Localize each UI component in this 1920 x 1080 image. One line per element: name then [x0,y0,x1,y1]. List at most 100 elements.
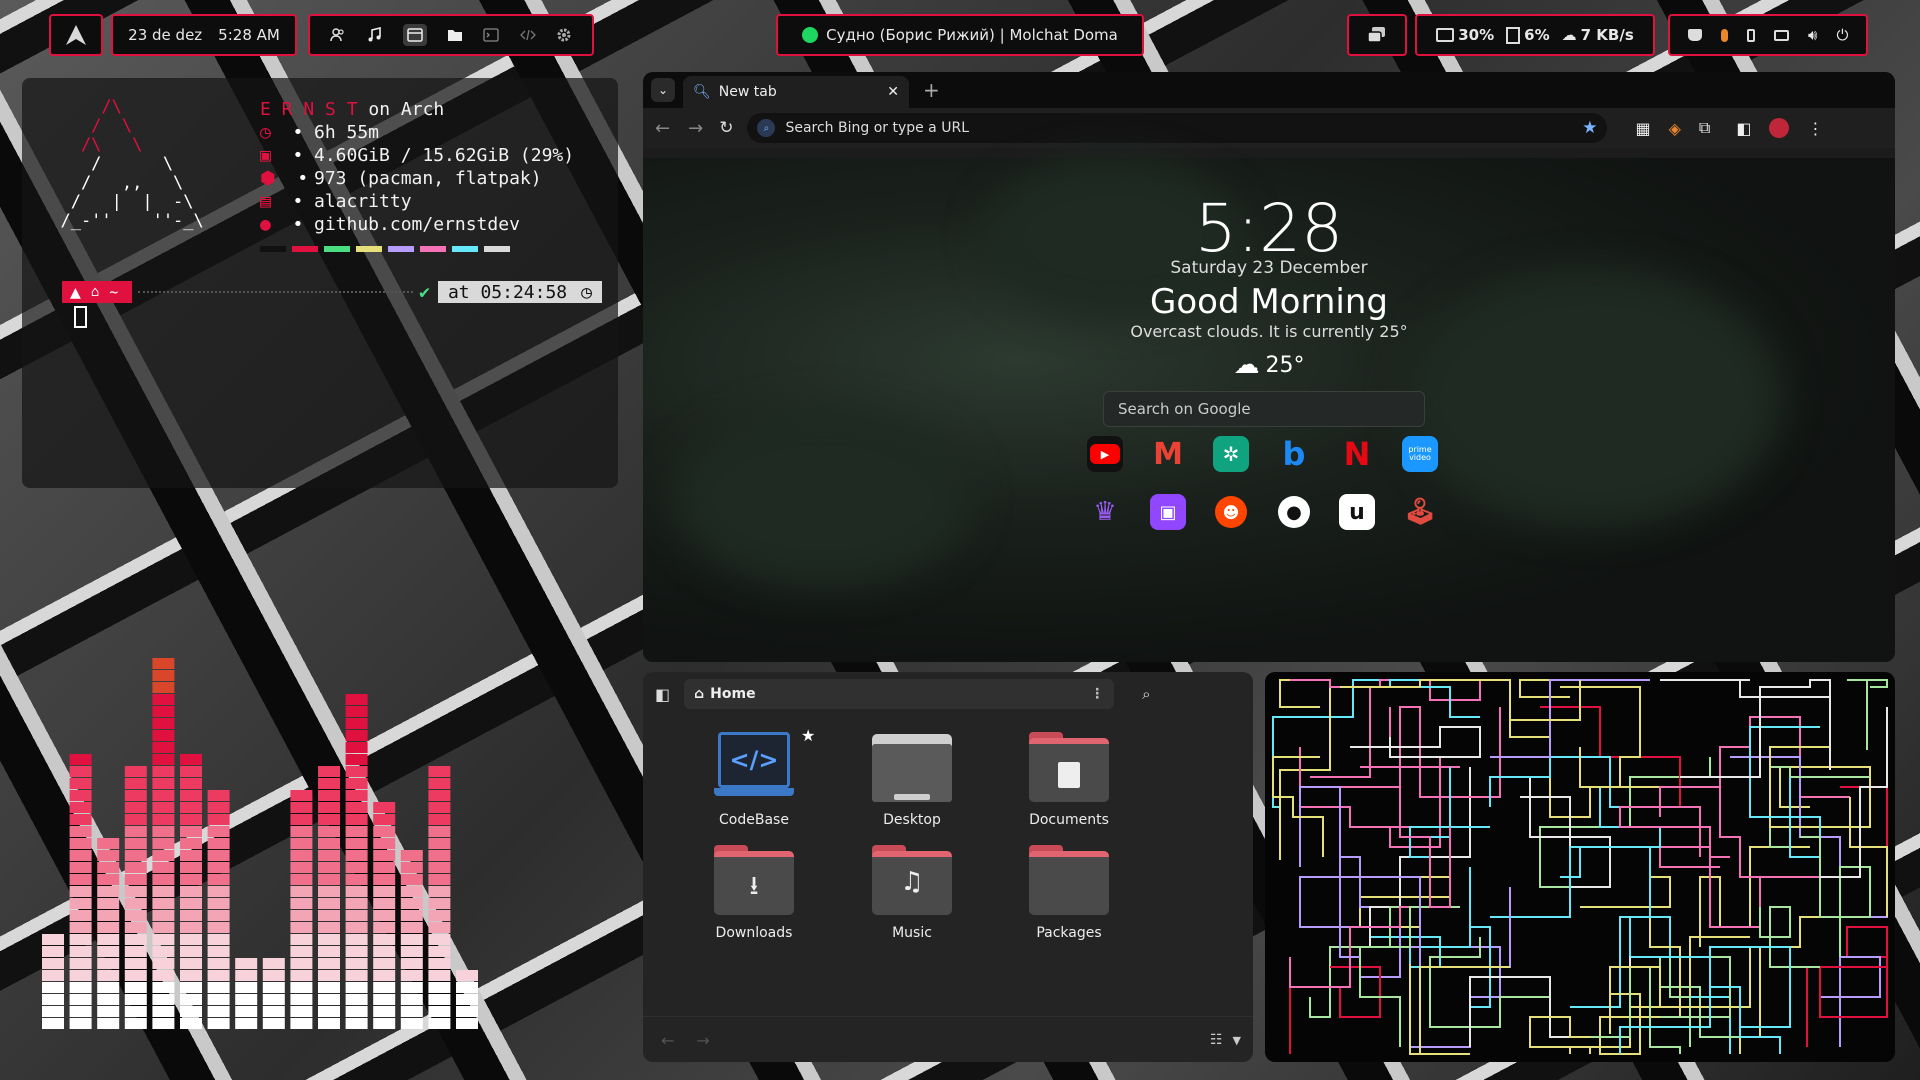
visualizer-bar-segment [345,886,368,897]
phone-icon[interactable] [1746,28,1755,42]
search-files-icon[interactable]: ⌕ [1142,685,1150,703]
files-back-icon[interactable]: ← [661,1031,674,1050]
folder-item[interactable]: Packages [994,845,1144,941]
display-icon[interactable] [1773,29,1789,41]
reload-icon[interactable]: ↻ [719,118,733,138]
mic-icon[interactable] [1720,28,1728,42]
music-icon[interactable] [366,27,382,43]
google-search-input[interactable]: Search on Google [1103,391,1425,427]
extension-grid-icon[interactable]: ▦ [1635,119,1650,138]
browser-icon[interactable] [402,24,427,46]
code-icon[interactable] [519,27,536,43]
cpu-icon [1436,28,1455,42]
notifications-button[interactable] [1347,14,1407,56]
visualizer-bar-segment [180,826,202,837]
profile-avatar[interactable] [1769,118,1790,138]
visualizer-bar-segment [207,802,230,813]
bookmark-star-icon[interactable]: ★ [1582,118,1597,138]
terminal-window[interactable]: /\ / \ /\ \ / \ / ,, \ / | | -\ /_-'' ''… [22,78,618,488]
folder-item[interactable]: Desktop [837,732,987,828]
visualizer-bar-segment [318,1006,340,1017]
joystick-shortcut[interactable]: 🕹︎ [1402,494,1438,530]
visualizer-bar-segment [318,934,340,945]
prompt-dir: ~ [109,283,119,301]
netflix-shortcut[interactable]: N [1339,435,1375,473]
visualizer-bar-segment [124,838,147,849]
pipe-line [1619,806,1730,858]
folder-icon[interactable] [447,27,463,43]
location-menu-icon[interactable]: ⋮ [1090,686,1104,702]
forward-icon[interactable]: → [688,118,703,139]
info-uptime: ◷ • 6h 55m [260,122,380,143]
visualizer-bar-segment [318,838,340,849]
gmail-shortcut[interactable]: M [1150,436,1186,472]
sidebar-toggle-icon[interactable]: ◧ [1736,119,1751,138]
view-dropdown-icon[interactable]: ▼ [1233,1034,1241,1047]
folder-item[interactable]: ⭳ Downloads [679,845,829,941]
close-tab-icon[interactable]: ✕ [887,84,899,100]
visualizer-bar-segment [180,862,202,873]
github-shortcut[interactable]: ● [1276,494,1312,530]
pipe-line [1359,876,1451,928]
files-forward-icon[interactable]: → [696,1031,709,1050]
visualizer-bar-segment [345,790,368,801]
visualizer-bar-segment [180,790,202,801]
clock-icon: ◷ [260,122,271,143]
now-playing-widget[interactable]: Судно (Борис Рижий) | Molchat Doma [776,14,1144,56]
youtube-shortcut[interactable]: ▶ [1087,436,1123,472]
new-tab-button[interactable]: + [923,78,940,102]
visualizer-bar-segment [180,766,202,777]
info-packages: ⬢ • 973 (pacman, flatpak) [260,168,542,189]
visualizer-bar-segment [428,994,451,1005]
view-list-icon[interactable]: ☷ [1210,1032,1223,1048]
clock-widget[interactable]: 23 de dez 5:28 AM [111,14,297,56]
visualizer-bar-segment [290,814,313,825]
folder-item[interactable]: ♫ Music [837,845,987,941]
visualizer-bar-segment [373,862,396,873]
sidebar-toggle-button[interactable]: ◧ [655,685,670,704]
visualizer-bar-segment [207,934,230,945]
folder-item[interactable]: </> CodeBase ★ [679,726,829,828]
arch-menu-button[interactable] [49,14,103,56]
visualizer-bar-segment [428,982,451,993]
visualizer-bar-segment [373,1006,396,1017]
terminal-icon[interactable] [483,27,499,43]
visualizer-bar-segment [180,922,202,933]
reddit-shortcut[interactable]: ☻ [1213,494,1249,530]
mug-icon[interactable] [1687,29,1702,41]
tab-list-button[interactable]: ⌄ [651,78,675,102]
visualizer-bar-segment [345,802,368,813]
prime-video-shortcut[interactable]: prime video [1402,436,1438,472]
visualizer-bar-segment [180,910,202,921]
visualizer-bar-segment [345,694,368,705]
bing-shortcut[interactable]: b [1276,435,1312,473]
ntp-weather-text: Overcast clouds. It is currently 25° [1130,322,1408,341]
visualizer-bar-segment [428,886,451,897]
power-icon[interactable]: ⏻ [1837,26,1849,44]
menu-kebab-icon[interactable]: ⋮ [1807,119,1823,138]
extensions-puzzle-icon[interactable]: ⧉ [1699,118,1710,138]
location-bar[interactable]: ⌂ Home ⋮ [684,679,1115,709]
extension-badge-icon[interactable]: ◈ [1669,119,1681,138]
palette-swatch [356,246,382,252]
date-label: 23 de dez [128,26,203,44]
volume-icon[interactable]: 🔊︎ [1808,26,1817,44]
visualizer-bar-segment [124,874,147,885]
visualizer-bar-segment [42,934,64,945]
twitch-shortcut[interactable]: ▣ [1150,494,1186,530]
users-icon[interactable] [330,27,346,43]
memory-icon [1506,26,1521,44]
folder-item[interactable]: Documents [994,732,1144,828]
visualizer-bar-segment [345,922,368,933]
tab-new-tab[interactable]: 🔍︎ New tab ✕ [683,76,909,108]
address-bar[interactable]: ⌕ Search Bing or type a URL ★ [747,113,1608,143]
visualizer-bar-segment [152,814,175,825]
settings-icon[interactable] [556,27,572,43]
back-icon[interactable]: ← [655,118,670,139]
system-stats-widget: 30% 6% ☁ 7 KB/s [1415,14,1655,56]
visualizer-bar-segment [345,766,368,777]
pipes-terminal[interactable] [1265,672,1895,1062]
chatgpt-shortcut[interactable]: ✲ [1213,436,1249,472]
u-shortcut[interactable]: u [1339,494,1375,530]
crown-shortcut[interactable]: ♛ [1087,494,1123,530]
